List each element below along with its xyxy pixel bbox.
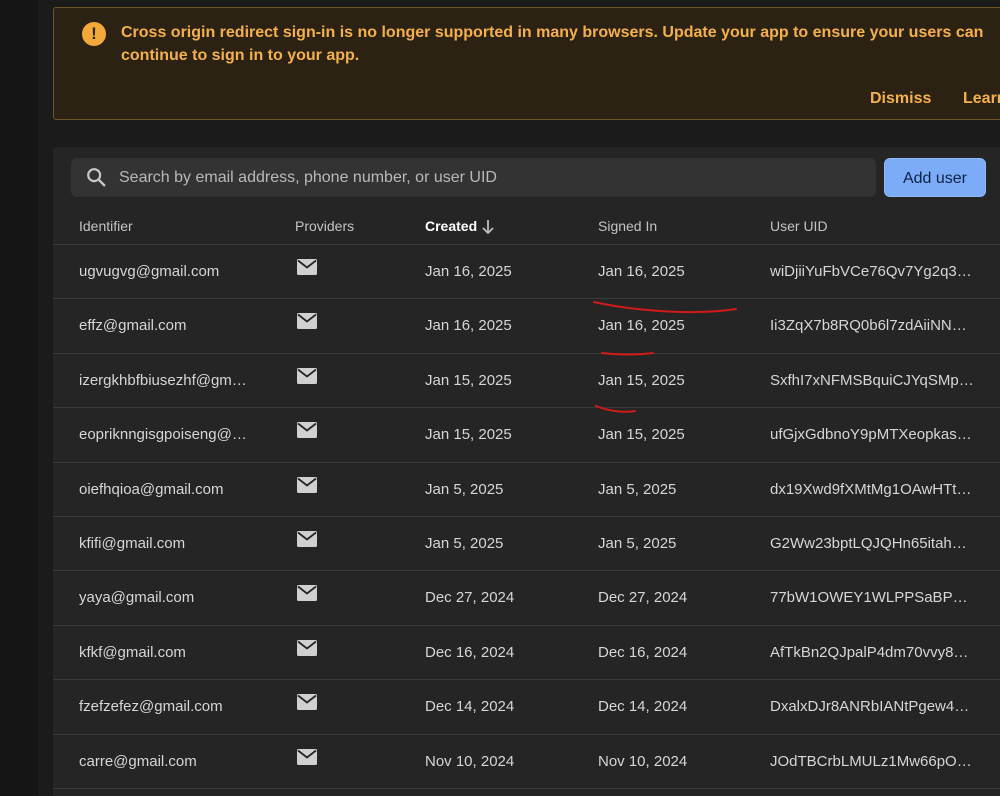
table-row[interactable]: kfkf@gmail.com Dec 16, 2024 Dec 16, 2024… <box>53 626 1000 681</box>
cell-user-uid: Ii3ZqX7b8RQ0b6l7zdAiiNNw8… <box>770 317 975 335</box>
table-row[interactable]: oiefhqioa@gmail.com Jan 5, 2025 Jan 5, 2… <box>53 463 1000 517</box>
cell-user-uid: wiDjiiYuFbVCe76Qv7Yg2q3kN… <box>770 263 975 280</box>
learn-more-button[interactable]: Learn more <box>963 90 1000 108</box>
cell-identifier: fzefzefez@gmail.com <box>79 698 223 716</box>
users-table-body: ugvugvg@gmail.com Jan 16, 2025 Jan 16, 2… <box>53 245 1000 789</box>
cell-signed-in: Nov 10, 2024 <box>598 752 688 770</box>
email-icon <box>297 639 317 656</box>
page: ! Cross origin redirect sign-in is no lo… <box>0 0 1000 796</box>
search-bar[interactable] <box>71 158 876 197</box>
cell-user-uid: AfTkBn2QJpalP4dm70vvy8a8… <box>770 643 975 661</box>
cell-signed-in: Jan 5, 2025 <box>598 480 677 498</box>
table-row[interactable]: carre@gmail.com Nov 10, 2024 Nov 10, 202… <box>53 735 1000 789</box>
cell-created: Jan 15, 2025 <box>425 371 512 389</box>
email-icon <box>297 259 317 275</box>
cell-created: Jan 16, 2025 <box>425 263 512 280</box>
column-header-providers: Providers <box>295 218 355 234</box>
users-panel: Add user Identifier Providers Created Si… <box>53 147 1000 796</box>
email-icon <box>297 476 317 493</box>
column-header-signed-in[interactable]: Signed In <box>598 218 657 234</box>
dismiss-button[interactable]: Dismiss <box>870 90 931 108</box>
table-header: Identifier Providers Created Signed In U… <box>53 203 1000 245</box>
column-header-user-uid: User UID <box>770 218 828 234</box>
warning-icon: ! <box>82 22 106 46</box>
add-user-button[interactable]: Add user <box>884 158 986 197</box>
table-row[interactable]: eopriknngisgpoiseng@g… Jan 15, 2025 Jan … <box>53 408 1000 463</box>
cell-user-uid: DxalxDJr8ANRbIANtPgew4e0… <box>770 698 975 716</box>
cell-signed-in: Jan 16, 2025 <box>598 317 685 335</box>
cell-user-uid: dx19Xwd9fXMtMg1OAwHTtL… <box>770 480 975 498</box>
banner-message: Cross origin redirect sign-in is no long… <box>121 24 984 64</box>
cell-identifier: effz@gmail.com <box>79 317 187 335</box>
search-icon <box>87 168 106 187</box>
cell-identifier: carre@gmail.com <box>79 752 197 770</box>
cell-created: Nov 10, 2024 <box>425 752 515 770</box>
arrow-down-icon[interactable] <box>481 219 495 235</box>
cell-identifier: izergkhbfbiusezhf@gm… <box>79 371 247 389</box>
cell-created: Jan 5, 2025 <box>425 480 504 498</box>
cell-signed-in: Jan 5, 2025 <box>598 534 677 552</box>
column-header-identifier[interactable]: Identifier <box>79 218 133 234</box>
cell-signed-in: Jan 16, 2025 <box>598 263 685 280</box>
cell-signed-in: Dec 16, 2024 <box>598 643 688 661</box>
cell-created: Jan 15, 2025 <box>425 426 512 444</box>
table-row[interactable]: effz@gmail.com Jan 16, 2025 Jan 16, 2025… <box>53 299 1000 354</box>
table-row[interactable]: ugvugvg@gmail.com Jan 16, 2025 Jan 16, 2… <box>53 245 1000 300</box>
cell-created: Jan 16, 2025 <box>425 317 512 335</box>
cell-created: Dec 16, 2024 <box>425 643 515 661</box>
warning-banner: ! Cross origin redirect sign-in is no lo… <box>53 7 1000 120</box>
search-input[interactable] <box>119 158 859 197</box>
table-row[interactable]: kfifi@gmail.com Jan 5, 2025 Jan 5, 2025 … <box>53 517 1000 572</box>
cell-signed-in: Dec 27, 2024 <box>598 589 688 607</box>
cell-identifier: oiefhqioa@gmail.com <box>79 480 224 498</box>
email-icon <box>297 748 317 765</box>
cell-user-uid: ufGjxGdbnoY9pMTXeopkasIC… <box>770 426 975 444</box>
email-icon <box>297 422 317 439</box>
cell-signed-in: Jan 15, 2025 <box>598 371 685 389</box>
table-row[interactable]: izergkhbfbiusezhf@gm… Jan 15, 2025 Jan 1… <box>53 354 1000 409</box>
email-icon <box>297 313 317 330</box>
table-row[interactable]: fzefzefez@gmail.com Dec 14, 2024 Dec 14,… <box>53 680 1000 735</box>
cell-identifier: ugvugvg@gmail.com <box>79 263 220 280</box>
email-icon <box>297 694 317 711</box>
cell-signed-in: Dec 14, 2024 <box>598 698 688 716</box>
cell-user-uid: 77bW1OWEY1WLPPSaBPvtG… <box>770 589 975 607</box>
cell-user-uid: SxfhI7xNFMSBquiCJYqSMpiw… <box>770 371 975 389</box>
cell-identifier: yaya@gmail.com <box>79 589 195 607</box>
cell-user-uid: G2Ww23bptLQJQHn65itahpy… <box>770 534 975 552</box>
cell-identifier: kfkf@gmail.com <box>79 643 186 661</box>
cell-user-uid: JOdTBCrbLMULz1Mw66pOFp… <box>770 752 975 770</box>
cell-created: Dec 14, 2024 <box>425 698 515 716</box>
cell-signed-in: Jan 15, 2025 <box>598 426 685 444</box>
email-icon <box>297 585 317 602</box>
email-icon <box>297 530 317 547</box>
cell-identifier: kfifi@gmail.com <box>79 534 186 552</box>
email-icon <box>297 367 317 384</box>
cell-identifier: eopriknngisgpoiseng@g… <box>79 426 251 444</box>
cell-created: Jan 5, 2025 <box>425 534 504 552</box>
left-nav-strip <box>0 0 38 796</box>
column-header-created[interactable]: Created <box>425 218 477 234</box>
table-row[interactable]: yaya@gmail.com Dec 27, 2024 Dec 27, 2024… <box>53 571 1000 626</box>
cell-created: Dec 27, 2024 <box>425 589 515 607</box>
